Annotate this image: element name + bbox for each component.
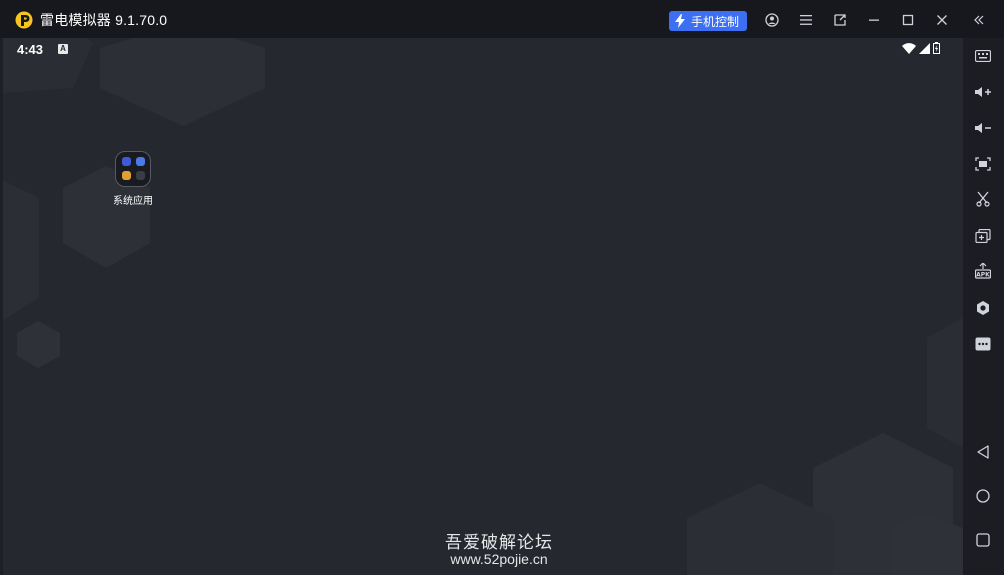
phone-control-button[interactable]: 手机控制 bbox=[669, 11, 747, 31]
phone-control-label: 手机控制 bbox=[691, 14, 740, 29]
system-apps-folder[interactable] bbox=[115, 151, 151, 187]
popout-icon[interactable] bbox=[831, 11, 849, 29]
watermark-url: www.52pojie.cn bbox=[450, 551, 548, 567]
app-mini-icon bbox=[122, 171, 131, 180]
maximize-icon[interactable] bbox=[899, 11, 917, 29]
wifi-icon bbox=[902, 42, 916, 54]
emulator-screen[interactable]: 4:43 A 系统应用 吾爱破解论坛 www.52pojie.cn bbox=[3, 38, 963, 575]
screenshot-icon[interactable] bbox=[971, 152, 995, 176]
svg-text:APK: APK bbox=[976, 272, 990, 279]
volume-down-icon[interactable] bbox=[971, 116, 995, 140]
scissors-icon[interactable] bbox=[971, 187, 995, 211]
signal-icon bbox=[919, 42, 930, 54]
collapse-sidebar-icon[interactable] bbox=[970, 11, 988, 29]
home-icon[interactable] bbox=[971, 484, 995, 508]
volume-up-icon[interactable] bbox=[971, 80, 995, 104]
watermark-title: 吾爱破解论坛 bbox=[445, 533, 553, 552]
notification-icon: A bbox=[58, 44, 68, 54]
right-toolbar: APK bbox=[963, 38, 1004, 575]
lightning-icon bbox=[675, 14, 685, 28]
folder-label: 系统应用 bbox=[113, 196, 153, 207]
logo-icon bbox=[15, 11, 33, 29]
multi-instance-icon[interactable] bbox=[971, 224, 995, 248]
minimize-icon[interactable] bbox=[865, 11, 883, 29]
account-icon[interactable] bbox=[763, 11, 781, 29]
battery-icon bbox=[933, 42, 940, 54]
recents-icon[interactable] bbox=[971, 528, 995, 552]
close-icon[interactable] bbox=[933, 11, 951, 29]
status-time: 4:43 bbox=[17, 42, 44, 57]
more-icon[interactable] bbox=[971, 332, 995, 356]
keyboard-icon[interactable] bbox=[971, 44, 995, 68]
apk-install-icon[interactable]: APK bbox=[971, 259, 995, 283]
menu-icon[interactable] bbox=[797, 11, 815, 29]
settings-icon[interactable] bbox=[971, 296, 995, 320]
status-icons bbox=[902, 42, 940, 54]
app-mini-icon bbox=[122, 157, 131, 166]
app-title: 雷电模拟器 9.1.70.0 bbox=[40, 12, 168, 28]
app-mini-icon bbox=[136, 171, 145, 180]
app-mini-icon bbox=[136, 157, 145, 166]
title-bar: 雷电模拟器 9.1.70.0 手机控制 bbox=[0, 0, 1004, 38]
back-icon[interactable] bbox=[971, 440, 995, 464]
wallpaper bbox=[3, 38, 963, 575]
